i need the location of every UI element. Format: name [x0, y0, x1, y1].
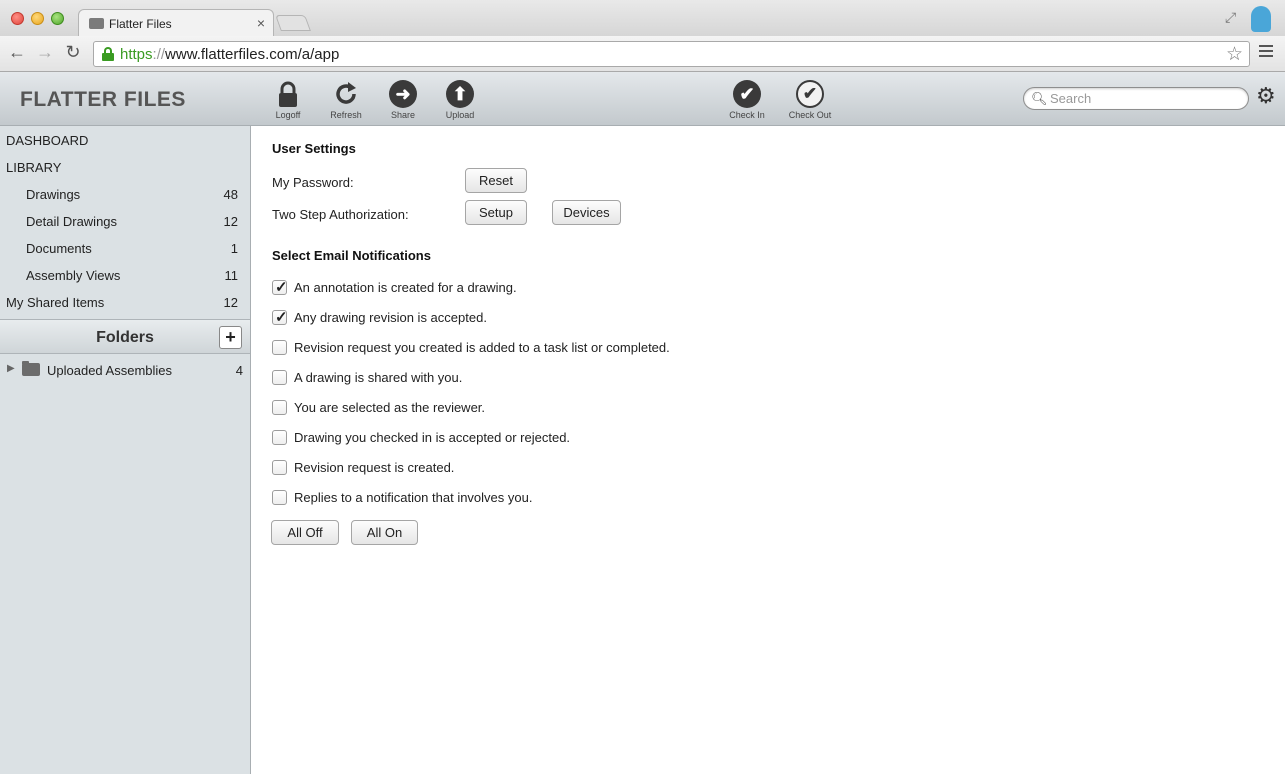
check-out-button[interactable]: ✔ Check Out: [785, 80, 835, 120]
address-bar[interactable]: https://www.flatterfiles.com/a/app ☆: [93, 41, 1250, 67]
tab-close-icon[interactable]: ×: [257, 15, 265, 31]
sidebar-item-shared[interactable]: My Shared Items 12: [0, 291, 250, 313]
folder-icon: [22, 361, 40, 376]
devices-button[interactable]: Devices: [552, 200, 621, 225]
count-badge: 48: [223, 187, 238, 202]
folders-header: Folders +: [0, 319, 250, 354]
zoom-window-button[interactable]: [51, 12, 64, 25]
share-button[interactable]: ➜ Share: [378, 80, 428, 120]
fullscreen-icon[interactable]: ⤢: [1225, 9, 1236, 26]
lock-icon: [102, 47, 114, 61]
checkbox[interactable]: [272, 400, 287, 415]
checkbox[interactable]: [272, 430, 287, 445]
profile-icon[interactable]: [1251, 6, 1271, 32]
check-in-button[interactable]: ✔ Check In: [722, 80, 772, 120]
checkbox[interactable]: ✓: [272, 309, 288, 326]
search-input[interactable]: [1050, 91, 1240, 106]
all-on-button[interactable]: All On: [351, 520, 418, 545]
count-badge: 11: [224, 268, 239, 283]
sidebar-item-dashboard[interactable]: DASHBOARD: [0, 129, 250, 151]
folder-item[interactable]: ▶ Uploaded Assemblies 4: [0, 359, 250, 381]
folders-title: Folders: [96, 329, 154, 346]
app-header: FLATTER FILES Logoff Refresh ➜ Share ⬆ U…: [0, 72, 1285, 126]
url-text: https://www.flatterfiles.com/a/app: [120, 46, 340, 63]
add-folder-button[interactable]: +: [219, 326, 242, 349]
all-off-button[interactable]: All Off: [271, 520, 339, 545]
tab-title: Flatter Files: [109, 17, 172, 31]
bookmark-star-icon[interactable]: ☆: [1226, 43, 1243, 66]
checkbox[interactable]: [272, 460, 287, 475]
new-tab-button[interactable]: [275, 15, 311, 31]
search-icon: 🔍︎: [1031, 91, 1048, 106]
sidebar-item-documents[interactable]: Documents 1: [0, 237, 250, 259]
count-badge: 4: [235, 363, 243, 378]
user-settings-title: User Settings: [272, 141, 356, 156]
settings-panel: User Settings My Password: Reset Two Ste…: [252, 126, 1285, 774]
check-filled-icon: ✔: [733, 80, 761, 108]
back-arrow-icon[interactable]: ←: [6, 42, 28, 63]
lock-icon: [274, 80, 302, 108]
password-label: My Password:: [272, 175, 354, 190]
search-box: 🔍︎: [1023, 87, 1249, 110]
upload-button[interactable]: ⬆ Upload: [435, 80, 485, 120]
gear-icon[interactable]: ⚙: [1256, 85, 1276, 107]
arrow-up-icon: ⬆: [446, 80, 474, 108]
browser-menu-icon[interactable]: [1259, 45, 1273, 59]
folder-icon: [89, 18, 104, 29]
checkmark-icon: ✓: [275, 309, 288, 326]
two-step-label: Two Step Authorization:: [272, 207, 409, 222]
close-window-button[interactable]: [11, 12, 24, 25]
refresh-button[interactable]: Refresh: [321, 80, 371, 120]
count-badge: 12: [223, 295, 238, 310]
browser-tab[interactable]: Flatter Files ×: [78, 9, 274, 37]
count-badge: 1: [230, 241, 238, 256]
check-outline-icon: ✔: [796, 80, 824, 108]
browser-tab-bar: Flatter Files × ⤢: [0, 0, 1285, 37]
sidebar-item-detail-drawings[interactable]: Detail Drawings 12: [0, 210, 250, 232]
setup-button[interactable]: Setup: [465, 200, 527, 225]
count-badge: 12: [223, 214, 238, 229]
brand-logo: FLATTER FILES: [20, 88, 186, 111]
sidebar-item-assembly-views[interactable]: Assembly Views 11: [0, 264, 250, 286]
browser-nav-bar: ← → ↻ https://www.flatterfiles.com/a/app…: [0, 36, 1285, 72]
reset-password-button[interactable]: Reset: [465, 168, 527, 193]
checkbox[interactable]: ✓: [272, 279, 288, 296]
forward-arrow-icon[interactable]: →: [34, 42, 56, 63]
sidebar-item-drawings[interactable]: Drawings 48: [0, 183, 250, 205]
sidebar: DASHBOARD LIBRARY Drawings 48 Detail Dra…: [0, 126, 251, 774]
checkbox[interactable]: [272, 490, 287, 505]
arrow-right-icon: ➜: [389, 80, 417, 108]
checkbox[interactable]: [272, 340, 287, 355]
logoff-button[interactable]: Logoff: [263, 80, 313, 120]
minimize-window-button[interactable]: [31, 12, 44, 25]
refresh-icon: [332, 80, 360, 108]
email-notifications-title: Select Email Notifications: [272, 248, 431, 263]
expand-arrow-icon[interactable]: ▶: [7, 363, 15, 374]
checkbox[interactable]: [272, 370, 287, 385]
checkmark-icon: ✓: [275, 279, 288, 296]
sidebar-item-library[interactable]: LIBRARY: [0, 156, 250, 178]
reload-icon[interactable]: ↻: [62, 42, 84, 63]
